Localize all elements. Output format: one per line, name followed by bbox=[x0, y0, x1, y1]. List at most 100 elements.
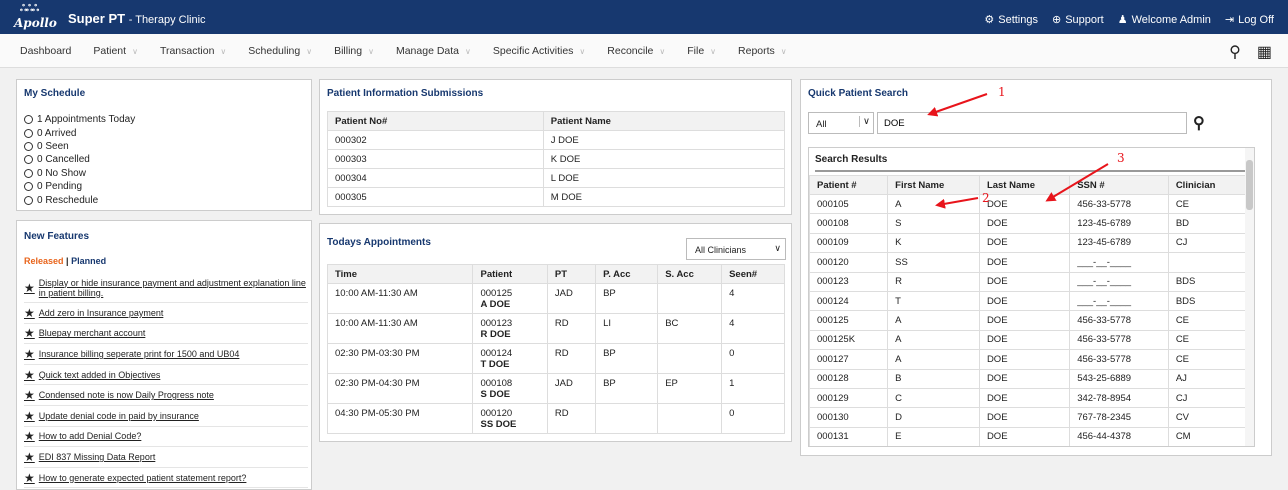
schedule-item[interactable]: 0 Pending bbox=[24, 180, 135, 193]
gear-icon: ⚙ bbox=[984, 14, 995, 26]
grid-icon[interactable]: ▦ bbox=[1257, 42, 1272, 62]
schedule-item[interactable]: 0 Arrived bbox=[24, 126, 135, 139]
schedule-item[interactable]: 0 Seen bbox=[24, 140, 135, 153]
toplink-1[interactable]: ⊕ Support bbox=[1051, 13, 1104, 27]
nav-item-2[interactable]: Transaction ∨ bbox=[160, 45, 226, 57]
column-header[interactable]: Last Name bbox=[978, 175, 1071, 195]
feature-link[interactable]: ★ How to add Denial Code? bbox=[24, 427, 308, 448]
chevron-down-icon: ∨ bbox=[659, 46, 666, 56]
feature-link[interactable]: ★ Display or hide insurance payment and a… bbox=[24, 273, 308, 303]
schedule-item[interactable]: 0 Reschedule bbox=[24, 193, 135, 206]
clinician-select[interactable]: All Clinicians ∨ bbox=[686, 238, 786, 260]
table-row[interactable]: 000302 J DOE bbox=[327, 130, 786, 150]
column-header[interactable]: P. Acc bbox=[595, 264, 659, 284]
nav-item-4[interactable]: Billing ∨ bbox=[334, 45, 374, 57]
chevron-down-icon: ∨ bbox=[780, 46, 787, 56]
nav-item-3[interactable]: Scheduling ∨ bbox=[248, 45, 312, 57]
table-row[interactable]: 000120 SS DOE ___-__-____ bbox=[809, 252, 1248, 273]
logout-icon: ⇥ bbox=[1224, 14, 1235, 26]
table-row[interactable]: 000127 A DOE 456-33-5778 CE bbox=[809, 349, 1248, 370]
schedule-item[interactable]: 1 Appointments Today bbox=[24, 113, 135, 126]
star-icon: ★ bbox=[24, 280, 35, 295]
feature-link[interactable]: ★ Bluepay merchant account bbox=[24, 324, 308, 345]
table-row[interactable]: 000131 E DOE 456-44-4378 CM bbox=[809, 426, 1248, 446]
table-row[interactable]: 02:30 PM-03:30 PM 000124 T DOE RD BP 0 bbox=[326, 343, 785, 374]
schedule-item[interactable]: 0 No Show bbox=[24, 167, 135, 180]
feature-link[interactable]: ★ Update denial code in paid by insurance bbox=[24, 406, 308, 427]
nav-item-7[interactable]: Reconcile ∨ bbox=[607, 45, 665, 57]
column-header[interactable]: SSN # bbox=[1069, 175, 1169, 195]
star-icon: ★ bbox=[24, 470, 35, 485]
column-header[interactable]: Patient Name bbox=[542, 111, 786, 131]
clock-icon bbox=[24, 195, 33, 205]
table-row[interactable]: 000303 K DOE bbox=[327, 149, 786, 169]
scrollbar[interactable] bbox=[1245, 148, 1254, 446]
column-header[interactable]: Patient No# bbox=[327, 111, 544, 131]
scope-select[interactable]: All ∨ bbox=[808, 112, 874, 134]
toplink-0[interactable]: ⚙ Settings bbox=[984, 13, 1038, 27]
clock-icon bbox=[24, 141, 33, 151]
scrollbar-thumb[interactable] bbox=[1246, 160, 1253, 210]
nav-item-8[interactable]: File ∨ bbox=[687, 45, 716, 57]
table-row[interactable]: 000125 A DOE 456-33-5778 CE bbox=[809, 310, 1248, 331]
tab-separator: | bbox=[66, 256, 69, 266]
chevron-down-icon: ∨ bbox=[579, 46, 586, 56]
feature-link[interactable]: ★ Add zero in Insurance payment bbox=[24, 303, 308, 324]
table-row[interactable]: 000124 T DOE ___-__-____ BDS bbox=[809, 290, 1248, 312]
appointments-panel: Todays Appointments All Clinicians ∨ Time… bbox=[319, 223, 792, 442]
column-header[interactable]: PT bbox=[546, 264, 597, 284]
nav-item-0[interactable]: Dashboard bbox=[20, 45, 71, 57]
column-header[interactable]: Clinician bbox=[1167, 175, 1248, 195]
column-header[interactable]: Patient # bbox=[809, 175, 889, 195]
star-icon: ★ bbox=[24, 408, 35, 423]
table-row[interactable]: 000129 C DOE 342-78-8954 CJ bbox=[809, 387, 1248, 409]
support-icon: ⊕ bbox=[1051, 14, 1062, 26]
table-row[interactable]: 10:00 AM-11:30 AM 000123 R DOE RD LI BC 4 bbox=[326, 313, 785, 344]
table-row[interactable]: 000108 S DOE 123-45-6789 BD bbox=[809, 213, 1248, 234]
results-title: Search Results bbox=[815, 154, 1247, 172]
search-icon[interactable]: ⚲ bbox=[1193, 113, 1205, 133]
toplink-2[interactable]: ♟ Welcome Admin bbox=[1118, 13, 1211, 27]
feature-link[interactable]: ★ EDI 837 Missing Data Report bbox=[24, 447, 308, 468]
schedule-item[interactable]: 0 Cancelled bbox=[24, 153, 135, 166]
feature-link[interactable]: ★ Insurance billing seperate print for 15… bbox=[24, 344, 308, 365]
feature-link[interactable]: ★ How to generate expected patient statem… bbox=[24, 468, 308, 489]
apollo-logo[interactable]: ஃஃஃ Apollo bbox=[14, 4, 57, 30]
table-row[interactable]: 000125K A DOE 456-33-5778 CE bbox=[809, 329, 1248, 351]
column-header[interactable]: Patient bbox=[472, 264, 548, 284]
table-row[interactable]: 04:30 PM-05:30 PM 000120 SS DOE RD 0 bbox=[326, 403, 785, 434]
feature-link[interactable]: ★ Condensed note is now Daily Progress no… bbox=[24, 385, 308, 406]
table-row[interactable]: 000123 R DOE ___-__-____ BDS bbox=[809, 271, 1248, 292]
toplink-3[interactable]: ⇥ Log Off bbox=[1224, 13, 1274, 27]
column-header[interactable]: Seen# bbox=[721, 264, 785, 284]
table-row[interactable]: 000105 A DOE 456-33-5778 CE bbox=[809, 193, 1248, 215]
table-row[interactable]: 10:00 AM-11:30 AM 000125 A DOE JAD BP 4 bbox=[326, 283, 785, 314]
new-features-panel: New Features Released | Planned ★ Display… bbox=[16, 220, 312, 490]
main-nav: Dashboard Patient ∨ Transaction ∨ Scheduling ∨… bbox=[0, 34, 1288, 68]
nav-item-5[interactable]: Manage Data ∨ bbox=[396, 45, 471, 57]
nav-item-9[interactable]: Reports ∨ bbox=[738, 45, 787, 57]
chevron-down-icon: ∨ bbox=[368, 46, 374, 56]
table-row[interactable]: 000305 M DOE bbox=[327, 187, 786, 207]
table-row[interactable]: 000109 K DOE 123-45-6789 CJ bbox=[809, 232, 1248, 254]
clock-icon bbox=[24, 128, 33, 138]
feature-link[interactable]: ★ Quick text added in Objectives bbox=[24, 365, 308, 386]
nav-item-6[interactable]: Specific Activities ∨ bbox=[493, 45, 585, 57]
nav-item-1[interactable]: Patient ∨ bbox=[93, 45, 138, 57]
panel-title: New Features bbox=[24, 231, 90, 242]
table-row[interactable]: 02:30 PM-04:30 PM 000108 S DOE JAD BP EP 1 bbox=[326, 373, 785, 404]
table-row[interactable]: 000128 B DOE 543-25-6889 AJ bbox=[809, 368, 1248, 389]
search-input[interactable] bbox=[877, 112, 1187, 134]
column-header[interactable]: First Name bbox=[887, 175, 980, 195]
table-row[interactable]: 000304 L DOE bbox=[327, 168, 786, 188]
star-icon: ★ bbox=[24, 367, 35, 382]
tab-planned[interactable]: Planned bbox=[71, 256, 106, 266]
search-icon[interactable]: ⚲ bbox=[1229, 42, 1241, 62]
star-icon: ★ bbox=[24, 305, 35, 320]
tab-released[interactable]: Released bbox=[24, 256, 64, 266]
column-header[interactable]: Time bbox=[326, 264, 474, 284]
table-row[interactable]: 000130 D DOE 767-78-2345 CV bbox=[809, 407, 1248, 428]
top-bar: ஃஃஃ Apollo Super PT - Therapy Clinic ⚙ Set… bbox=[0, 0, 1288, 34]
search-results-box[interactable]: Search Results Patient # First Name Last N… bbox=[808, 147, 1255, 447]
column-header[interactable]: S. Acc bbox=[657, 264, 723, 284]
